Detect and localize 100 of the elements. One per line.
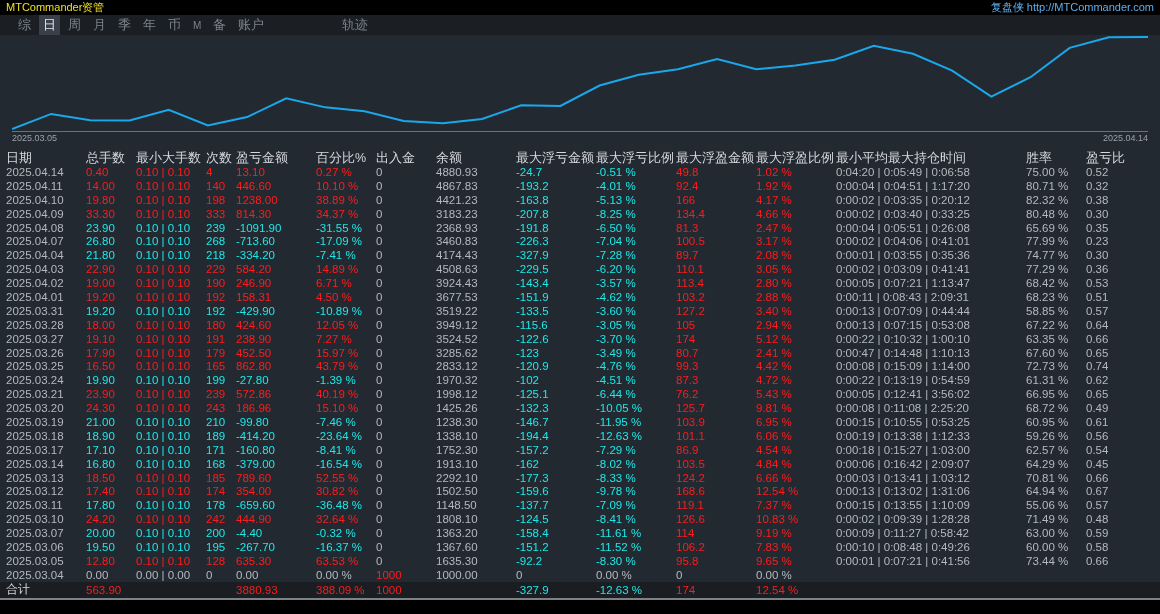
tab[interactable]: M: [189, 18, 206, 32]
table-cell-text: 14.00: [86, 179, 116, 192]
table-cell-text: 0.65: [1086, 346, 1110, 359]
table-cell-text: 0:00:10 | 0:08:48 | 0:49:26: [836, 541, 971, 553]
table-cell-text: 238.90: [236, 332, 273, 345]
table-cell-text: 6.06 %: [756, 429, 793, 442]
table-cell-text: 192: [206, 290, 227, 303]
tab[interactable]: 周: [64, 15, 85, 35]
total-cell-text: 3880.93: [236, 583, 279, 596]
table-cell-text: 7.83 %: [756, 541, 793, 553]
column-header: 百分比%: [316, 150, 368, 167]
table-cell-text: 2025.04.09: [6, 207, 65, 220]
table-cell-text: 103.5: [676, 457, 706, 470]
table-cell-text: 68.72 %: [1026, 402, 1070, 415]
table-cell-text: 0.10 | 0.10: [136, 388, 192, 401]
table-cell-text: -132.3: [516, 402, 550, 415]
tab[interactable]: 币: [164, 15, 185, 35]
tab[interactable]: 账户: [234, 15, 269, 35]
table-cell-text: 86.9: [676, 443, 700, 456]
table-cell-text: 3.17 %: [756, 235, 793, 248]
table-cell-text: -327.9: [516, 249, 550, 262]
table-cell-text: 5.12 %: [756, 332, 793, 345]
table-cell-text: 2025.04.03: [6, 263, 65, 276]
table-cell-text: -11.52 %: [596, 541, 643, 553]
table-cell-text: 22.90: [86, 263, 116, 276]
table-cell-text: 0.59: [1086, 527, 1110, 540]
table-cell-text: 0.10 | 0.10: [136, 318, 192, 331]
table-cell-text: 2025.03.11: [6, 499, 64, 512]
table-cell-text: -0.51 %: [596, 165, 637, 178]
table-cell-text: 0.10 | 0.10: [136, 429, 192, 442]
total-cell-text: 563.90: [86, 583, 123, 596]
table-cell-text: 0: [376, 304, 384, 317]
axis-label: 2025.04.14: [1102, 133, 1148, 143]
table-cell-text: 1000.00: [436, 568, 479, 581]
tab[interactable]: 年: [139, 15, 160, 35]
table-cell-text: 0:04:20 | 0:05:49 | 0:06:58: [836, 165, 971, 178]
table-cell-text: 5.43 %: [756, 388, 793, 401]
table-cell-text: -226.3: [516, 235, 550, 248]
table-cell-text: 168: [206, 457, 227, 470]
table-cell-text: -159.6: [516, 485, 550, 498]
table-cell-text: 0:00:05 | 0:07:21 | 1:13:47: [836, 277, 971, 290]
total-cell-text: 合计: [6, 582, 31, 598]
table-cell-text: 105: [676, 318, 697, 331]
table-cell-text: 2025.03.06: [6, 541, 65, 553]
table-cell-text: 0: [376, 221, 384, 234]
tab[interactable]: 季: [114, 15, 135, 35]
tab[interactable]: 日: [39, 15, 60, 35]
table-cell-text: 0.10 | 0.10: [136, 179, 192, 192]
tab[interactable]: 备: [209, 15, 231, 35]
table-cell-text: -16.37 %: [316, 541, 364, 553]
table-cell-text: 0: [376, 471, 384, 484]
table-cell-text: -4.01 %: [596, 179, 637, 192]
table-cell-text: 180: [206, 318, 227, 331]
table-cell-text: 2.47 %: [756, 221, 793, 234]
tab[interactable]: 月: [89, 15, 110, 35]
table-cell-text: 3183.23: [436, 207, 479, 220]
table-cell-text: 2025.03.27: [6, 332, 65, 345]
table-cell-text: 103.2: [676, 290, 706, 303]
table-cell-text: 3285.62: [436, 346, 479, 359]
table-cell-text: 0:00:08 | 0:11:08 | 2:25:20: [836, 402, 970, 415]
table-cell-text: 2.08 %: [756, 249, 793, 262]
table-cell-text: 0.58: [1086, 541, 1110, 553]
table-cell-text: -1.39 %: [316, 374, 357, 387]
table-cell-text: 99.3: [676, 360, 700, 373]
table-cell-text: 30.82 %: [316, 485, 360, 498]
table-cell-text: 19.20: [86, 304, 116, 317]
table-cell-text: 21.80: [86, 249, 116, 262]
table-cell-text: 63.35 %: [1026, 332, 1070, 345]
table-cell-text: 210: [206, 415, 227, 428]
table-cell-text: -11.95 %: [596, 415, 643, 428]
table-cell-text: 62.57 %: [1026, 443, 1070, 456]
table-cell-text: -4.76 %: [596, 360, 637, 373]
table-cell-text: 106.2: [676, 541, 706, 553]
website-link[interactable]: 复盘侠 http://MTCommander.com: [990, 0, 1154, 15]
table-cell-text: 113.4: [676, 277, 705, 290]
table-cell-text: 73.44 %: [1026, 554, 1070, 567]
tab[interactable]: 综: [14, 15, 35, 35]
table-cell-text: 0:00:15 | 0:10:55 | 0:53:25: [836, 415, 971, 428]
table-cell-text: 2025.04.14: [6, 165, 65, 178]
tab[interactable]: 轨迹: [338, 15, 373, 35]
table-cell-text: -3.05 %: [596, 318, 637, 331]
table-cell-text: 239: [206, 221, 227, 234]
table-cell-text: 3524.52: [436, 332, 479, 345]
table-cell-text: 0: [376, 346, 384, 359]
table-cell-text: 0:00:19 | 0:13:38 | 1:12:33: [836, 429, 971, 442]
table-cell-text: 12.80: [86, 554, 116, 567]
table-cell-text: 0.00: [236, 568, 260, 581]
table-cell-text: 452.50: [236, 346, 273, 359]
table-cell-text: 0.51: [1086, 290, 1110, 303]
total-cell-text: 1000: [376, 583, 403, 596]
table-cell-text: -429.90: [236, 304, 276, 317]
table-cell-text: 2025.03.28: [6, 318, 65, 331]
table-cell-text: 4: [206, 165, 214, 178]
table-cell-text: -379.00: [236, 457, 276, 470]
table-cell-text: 1148.50: [436, 499, 478, 512]
table-cell-text: -162: [516, 457, 541, 470]
table-cell-text: 354.00: [236, 485, 273, 498]
table-cell-text: 17.40: [86, 485, 116, 498]
table-cell-text: 2025.04.01: [6, 290, 65, 303]
table-cell-text: -267.70: [236, 541, 276, 553]
